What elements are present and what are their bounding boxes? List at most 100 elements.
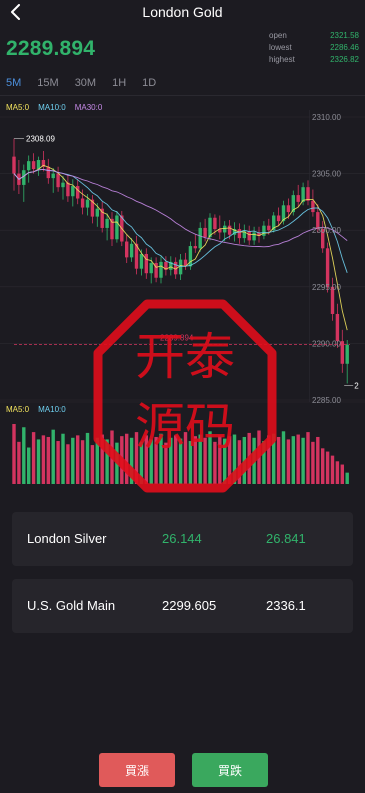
candle-body — [51, 173, 55, 179]
volume-bar — [325, 451, 330, 484]
stat-label: open — [269, 31, 287, 40]
volume-bar — [71, 437, 75, 484]
volume-bar — [144, 435, 148, 484]
volume-bar — [41, 435, 46, 484]
volume-bar — [76, 435, 80, 484]
candle-body — [286, 205, 291, 213]
candle-body — [56, 173, 60, 188]
volume-bar — [232, 434, 237, 484]
volume-bar — [90, 445, 95, 484]
volume-bar — [17, 441, 21, 484]
volume-bar — [316, 436, 320, 484]
candle-body — [139, 253, 144, 269]
volume-bar — [80, 440, 85, 484]
volume-bar — [203, 437, 207, 484]
volume-bar — [110, 430, 114, 484]
volume-bar — [154, 436, 158, 484]
price-stats: open 2321.58 lowest 2286.46 highest 2326… — [269, 30, 359, 66]
tab-15m[interactable]: 15M — [37, 77, 58, 89]
volume-bar — [22, 427, 26, 484]
tab-1d[interactable]: 1D — [142, 77, 156, 89]
stat-label: highest — [269, 55, 295, 64]
chart-grid — [0, 110, 365, 403]
volume-bar — [291, 436, 295, 484]
volume-bar — [164, 442, 168, 484]
volume-bar — [105, 439, 109, 484]
candle-body — [178, 259, 183, 275]
current-price: 2289.894 — [6, 37, 96, 60]
candle-body — [213, 217, 217, 230]
volume-bar — [95, 437, 99, 484]
volume-bar — [159, 433, 163, 484]
top-bar: London Gold — [0, 0, 365, 26]
volume-bar — [306, 432, 310, 484]
volume-bar — [272, 433, 276, 484]
candle-body — [247, 231, 251, 241]
stat-highest: highest 2326.82 — [269, 54, 359, 66]
volume-bar — [120, 436, 124, 484]
candle-body — [22, 170, 26, 185]
volume-bar — [262, 441, 266, 484]
tab-5m[interactable]: 5M — [6, 77, 21, 89]
candle-body — [27, 161, 31, 171]
volume-bar — [174, 435, 178, 484]
market-card-london-silver[interactable]: London Silver 26.144 26.841 — [12, 512, 353, 566]
max-price-label: 2308.09 — [26, 135, 55, 144]
volume-bar — [66, 444, 70, 484]
tab-1h[interactable]: 1H — [112, 77, 126, 89]
candle-body — [198, 227, 202, 249]
volume-bar — [183, 432, 188, 484]
candle-body — [71, 186, 75, 197]
candle-body — [105, 218, 109, 228]
volume-bar — [237, 440, 242, 484]
market-value-2: 2336.1 — [266, 598, 306, 613]
candle-body — [159, 261, 163, 278]
candle-body — [66, 182, 70, 197]
market-name: London Silver — [27, 531, 107, 546]
buy-up-button[interactable]: 買漲 — [99, 753, 175, 787]
candle-body — [223, 225, 227, 233]
volume-bar — [227, 436, 232, 484]
candle-body — [80, 198, 85, 208]
volume-bar — [247, 432, 251, 484]
y-tick-label: 2285.00 — [312, 396, 341, 405]
candle-body — [325, 248, 330, 287]
candle-body — [296, 195, 300, 202]
candle-series — [12, 138, 349, 384]
market-value-2: 26.841 — [266, 531, 306, 546]
volume-bar — [321, 448, 325, 484]
page-title: London Gold — [142, 4, 223, 20]
y-tick-label: 2310.00 — [312, 113, 341, 122]
volume-bar — [169, 437, 173, 484]
stat-value: 2326.82 — [330, 55, 359, 64]
tab-30m[interactable]: 30M — [75, 77, 96, 89]
candle-body — [306, 187, 310, 201]
market-card-us-gold-main[interactable]: U.S. Gold Main 2299.605 2336.1 — [12, 579, 353, 633]
buy-down-button[interactable]: 買跌 — [192, 753, 268, 787]
candle-body — [31, 161, 36, 170]
candle-body — [335, 313, 340, 342]
candle-body — [267, 225, 271, 231]
chart-labels: 2310.00 2305.00 2300.00 2295.00 2290.00 2285.… — [14, 113, 359, 405]
stat-value: 2321.58 — [330, 31, 359, 40]
volume-bar — [100, 434, 104, 484]
candle-body — [115, 215, 119, 240]
y-tick-label: 2290.00 — [312, 339, 341, 348]
volume-bar — [36, 439, 41, 484]
y-tick-label: 2300.00 — [312, 226, 341, 235]
volume-bar — [213, 441, 217, 484]
volume-bar — [139, 441, 144, 484]
ma5-line — [13, 164, 348, 331]
candle-body — [85, 199, 90, 208]
candlestick-chart[interactable]: 2310.00 2305.00 2300.00 2295.00 2290.00 2285.… — [0, 110, 365, 492]
candle-body — [237, 229, 242, 239]
candle-body — [76, 186, 80, 199]
volume-bar — [129, 437, 134, 484]
volume-bar — [188, 441, 193, 484]
stat-value: 2286.46 — [330, 43, 359, 52]
candle-body — [125, 241, 129, 258]
edge-price-label: 2 — [354, 381, 359, 390]
candle-body — [252, 232, 256, 241]
y-tick-label: 2295.00 — [312, 283, 341, 292]
candle-body — [203, 227, 207, 237]
